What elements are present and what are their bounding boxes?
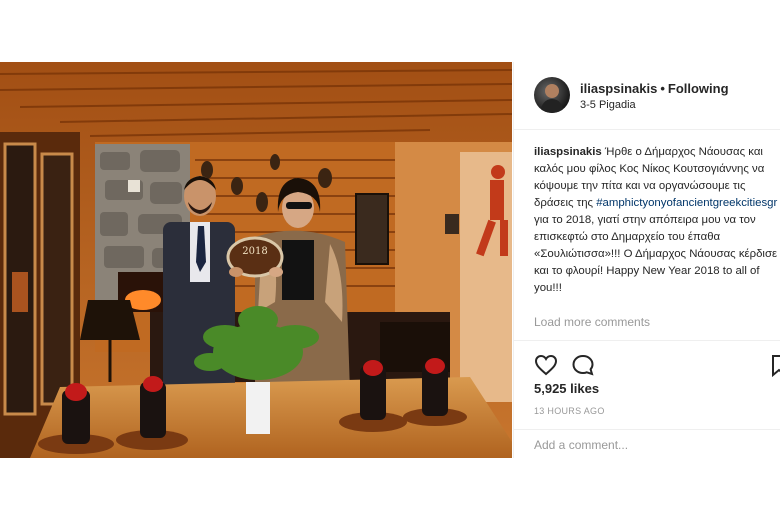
caption-hashtag[interactable]: #amphictyonyofancientgreekcitiesgr — [596, 197, 777, 209]
post-header: iliaspsinakis • Following 3-5 Pigadia — [514, 62, 780, 130]
header-user-line: iliaspsinakis • Following — [580, 81, 729, 96]
caption-username[interactable]: iliaspsinakis — [534, 146, 602, 158]
post-caption: iliaspsinakis Ήρθε ο Δήμαρχος Νάουσας κα… — [534, 144, 779, 297]
load-more-comments[interactable]: Load more comments — [534, 315, 650, 329]
following-button[interactable]: Following — [668, 81, 729, 96]
cake-year-text: 2018 — [242, 246, 267, 257]
avatar[interactable] — [534, 77, 570, 113]
location-link[interactable]: 3-5 Pigadia — [580, 99, 636, 111]
instagram-post: 2018 iliaspsinakis • Following 3-5 Pigad… — [0, 62, 780, 458]
post-actions: 5,925 likes 13 HOURS AGO — [514, 340, 780, 459]
post-sidebar: iliaspsinakis • Following 3-5 Pigadia ilia… — [513, 62, 780, 458]
bookmark-icon[interactable] — [772, 353, 780, 377]
separator-dot: • — [660, 81, 665, 96]
avatar-image — [540, 84, 564, 113]
heart-icon[interactable] — [534, 353, 558, 377]
photo-illustration: 2018 — [0, 62, 512, 458]
likes-count[interactable]: 5,925 likes — [534, 381, 599, 396]
post-photo[interactable]: 2018 — [0, 62, 512, 458]
post-timestamp[interactable]: 13 HOURS AGO — [534, 406, 605, 416]
comment-input[interactable] — [534, 438, 764, 452]
comment-form — [514, 429, 780, 460]
comment-icon[interactable] — [571, 353, 595, 377]
caption-text-2: για το 2018, γιατί στην απόπειρα μου να … — [534, 214, 778, 294]
username-link[interactable]: iliaspsinakis — [580, 81, 657, 96]
